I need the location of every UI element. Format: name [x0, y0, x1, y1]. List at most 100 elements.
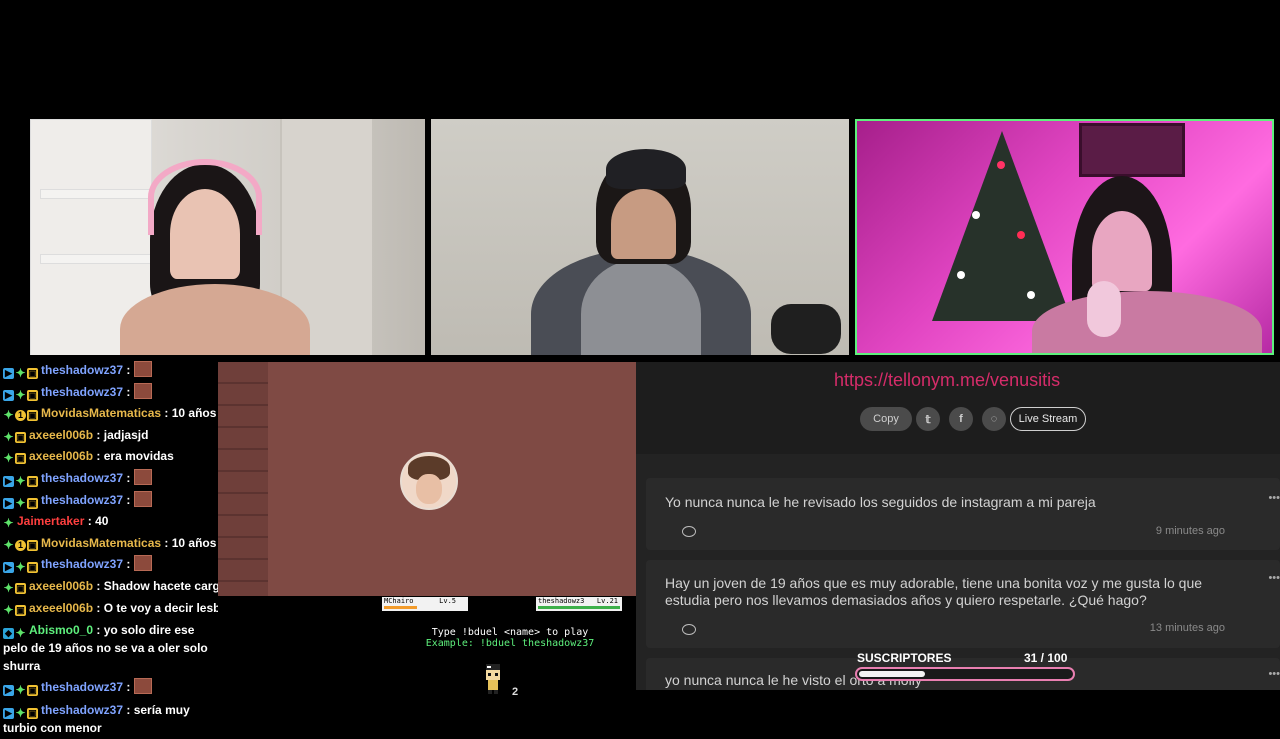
- chat-badges: ▶ ✦ ▣: [3, 705, 38, 720]
- chat-message: ▶ ✦ ▣ theshadowz37 : sería muy turbio con m…: [3, 702, 190, 735]
- facebook-icon[interactable]: f: [949, 407, 973, 431]
- chat-text: Shadow hacete cargo: [103, 578, 218, 593]
- question-card[interactable]: Yo nunca nunca le he revisado los seguid…: [646, 478, 1280, 550]
- wall-frame: [1079, 123, 1185, 177]
- shelf-board: [40, 254, 152, 264]
- chat-badges: ✦ ▣: [3, 451, 26, 466]
- green-badge-icon: ✦: [15, 683, 26, 698]
- gold-badge-icon: ▣: [27, 562, 38, 574]
- more-options-icon[interactable]: •••: [1268, 492, 1280, 504]
- subscribers-label: SUSCRIPTORES: [857, 651, 952, 665]
- green-badge-icon: ✦: [3, 408, 14, 423]
- face: [611, 189, 676, 259]
- green-badge-icon: ✦: [15, 366, 26, 380]
- green-badge-icon: ✦: [15, 473, 26, 488]
- copy-button[interactable]: Copy: [860, 407, 912, 431]
- chat-message: ▶ ✦ ▣ theshadowz37 :: [0, 468, 218, 490]
- player2-hp-card: theshadowz3 Lv.21: [536, 597, 622, 611]
- green-badge-icon: ✦: [3, 537, 14, 552]
- cube-badge-icon: ◆: [3, 628, 14, 640]
- ornament: [997, 161, 1005, 169]
- more-options-icon[interactable]: •••: [1268, 668, 1280, 680]
- chat-message: ✦ ▣ axeeel006b : era movidas: [3, 449, 174, 466]
- question-text: Hay un joven de 19 años que es muy adora…: [665, 575, 1203, 608]
- twitter-icon[interactable]: 𝕥: [916, 407, 940, 431]
- chat-badges: ✦ ▣: [3, 582, 26, 594]
- player-avatar: [400, 452, 458, 510]
- blue-badge-icon: ▶: [3, 389, 14, 401]
- player1-hp-bar: [384, 606, 417, 609]
- chat-username[interactable]: axeeel006b: [29, 428, 93, 442]
- chat-username[interactable]: theshadowz37: [41, 680, 123, 694]
- gold-badge-icon: ▣: [27, 707, 38, 719]
- gold-badge-icon: ▣: [27, 475, 38, 487]
- blue-badge-icon: ▶: [3, 685, 14, 697]
- chat-badges: ✦ ▣: [3, 604, 26, 616]
- green-badge-icon: ✦: [3, 429, 14, 444]
- chat-username[interactable]: axeeel006b: [29, 449, 93, 463]
- shelf-board: [40, 189, 152, 199]
- chat-text: jadjasjd: [103, 427, 149, 442]
- question-card[interactable]: Hay un joven de 19 años que es muy adora…: [646, 560, 1280, 648]
- chat-username[interactable]: Abismo0_0: [29, 623, 93, 637]
- duel-game-panel: [218, 362, 636, 596]
- live-stream-button[interactable]: Live Stream: [1010, 407, 1086, 431]
- chat-text: O te voy a decir lesbiano: [103, 600, 218, 615]
- chat-username[interactable]: theshadowz37: [41, 557, 123, 571]
- chat-username[interactable]: theshadowz37: [41, 471, 123, 485]
- profile-link[interactable]: https://tellonym.me/venusitis: [834, 370, 1060, 391]
- chat-badges: ◆ ✦: [3, 627, 26, 640]
- gold-badge-icon: ▣: [27, 539, 38, 551]
- ornament: [1027, 291, 1035, 299]
- chat-username[interactable]: theshadowz37: [41, 363, 123, 377]
- one-badge-icon: 1: [15, 410, 26, 422]
- gold-badge-icon: ▣: [15, 431, 26, 443]
- chat-badges: ▶ ✦ ▣: [3, 387, 38, 402]
- comment-icon[interactable]: [682, 624, 696, 635]
- blue-badge-icon: ▶: [3, 707, 14, 719]
- chat-username[interactable]: axeeel006b: [29, 601, 93, 615]
- chat-username[interactable]: MovidasMatematicas: [41, 406, 161, 420]
- share-header: https://tellonym.me/venusitis Copy 𝕥 f ◌…: [636, 362, 1280, 454]
- blue-badge-icon: ▶: [3, 475, 14, 487]
- headset: [148, 159, 262, 235]
- chat-message: ✦ ▣ axeeel006b : Shadow hacete cargo: [0, 576, 218, 598]
- more-options-icon[interactable]: •••: [1268, 572, 1280, 584]
- chat-badges: ▶ ✦ ▣: [3, 495, 38, 510]
- chat-username[interactable]: axeeel006b: [29, 579, 93, 593]
- webcam-left: [30, 119, 425, 355]
- microphone: [771, 304, 841, 354]
- chat-message: ✦ 1 ▣ MovidasMatematicas : 10 años: [3, 535, 217, 552]
- gold-badge-icon: ▣: [27, 685, 38, 697]
- pixel-character-icon: [486, 664, 500, 694]
- webcam-center: [431, 119, 849, 355]
- chat-badges: ✦: [3, 517, 14, 529]
- gold-badge-icon: ▣: [15, 582, 26, 594]
- green-badge-icon: ✦: [15, 387, 26, 402]
- duel-example: Example: !bduel theshadowz37: [425, 638, 595, 649]
- comment-icon[interactable]: [682, 526, 696, 537]
- chat-text: era movidas: [103, 449, 174, 464]
- chat-message: ▶ ✦ ▣ theshadowz37 :: [0, 554, 218, 576]
- chat-username[interactable]: theshadowz37: [41, 493, 123, 507]
- question-time: 9 minutes ago: [1155, 525, 1225, 537]
- question-text: Yo nunca nunca le he revisado los seguid…: [665, 494, 1096, 510]
- whatsapp-icon[interactable]: ◌: [982, 407, 1006, 431]
- chat-username[interactable]: theshadowz37: [41, 703, 123, 717]
- player1-hp-card: MChairo Lv.5: [382, 597, 468, 611]
- gold-badge-icon: ▣: [27, 410, 38, 422]
- player2-hp-bar: [538, 606, 620, 609]
- green-badge-icon: ✦: [15, 705, 26, 720]
- ornament: [1017, 231, 1025, 239]
- green-badge-icon: ✦: [15, 495, 26, 510]
- green-badge-icon: ✦: [15, 560, 26, 575]
- christmas-tree: [932, 131, 1072, 321]
- chat-username[interactable]: Jaimertaker: [17, 514, 84, 528]
- emote-icon: [133, 555, 152, 572]
- chat-username[interactable]: MovidasMatematicas: [41, 536, 161, 550]
- green-badge-icon: ✦: [3, 451, 14, 466]
- duel-instruction: Type !bduel <name> to play: [431, 627, 589, 638]
- chat-message: ✦ ▣ axeeel006b : jadjasjd: [3, 427, 149, 444]
- chat-username[interactable]: theshadowz37: [41, 385, 123, 399]
- emote-icon: [133, 468, 152, 485]
